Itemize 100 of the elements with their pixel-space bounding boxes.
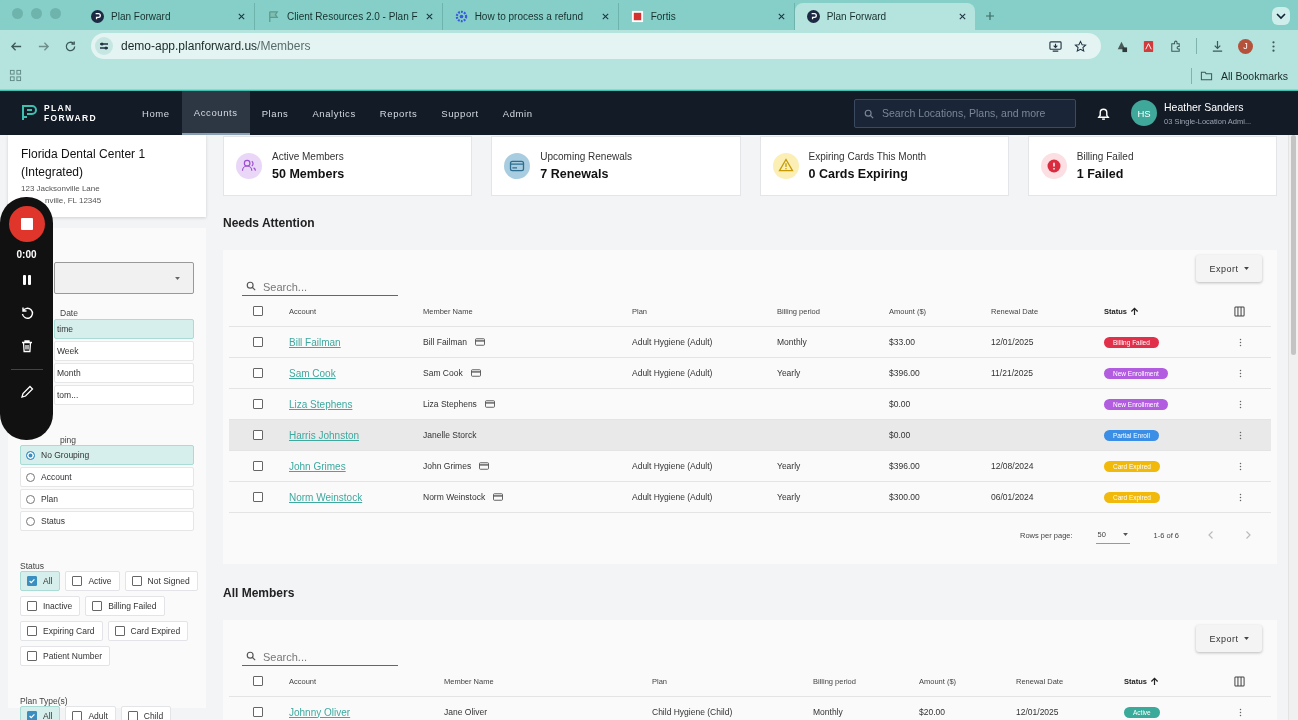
restart-icon[interactable] xyxy=(19,306,34,320)
select-all-checkbox[interactable] xyxy=(253,676,263,686)
stop-recording-button[interactable] xyxy=(8,206,45,242)
user-name: Heather Sanders xyxy=(1164,100,1245,113)
status-filter-chip[interactable]: Patient Number xyxy=(20,646,111,666)
row-checkbox[interactable] xyxy=(253,707,263,717)
search-field[interactable]: Search... xyxy=(242,651,398,666)
search-icon xyxy=(246,281,256,291)
nav-item[interactable]: Plans xyxy=(249,91,301,135)
member-name: Norm Weinstock xyxy=(423,492,486,502)
chip-label: All xyxy=(43,576,53,586)
table-cell: Adult Hygiene (Adult) xyxy=(632,461,713,471)
select-all-checkbox[interactable] xyxy=(253,306,263,316)
table-cell: Yearly xyxy=(777,368,801,378)
search-field[interactable]: Search... xyxy=(242,281,398,296)
reload-icon[interactable] xyxy=(64,39,77,53)
radio-button[interactable] xyxy=(26,516,35,526)
table-cell: $396.00 xyxy=(889,368,920,378)
plan-type-chip[interactable]: Adult xyxy=(65,706,116,720)
nav-item[interactable]: Support xyxy=(429,91,491,135)
nav-item[interactable]: Accounts xyxy=(181,91,250,135)
pen-icon[interactable] xyxy=(19,385,34,399)
search-icon xyxy=(246,651,256,661)
stat-label: Active Members xyxy=(272,151,345,162)
checkbox[interactable] xyxy=(27,601,37,611)
grouping-option[interactable]: Plan xyxy=(20,489,194,509)
checkbox[interactable] xyxy=(92,601,103,611)
date-range-option[interactable]: Week xyxy=(54,341,194,361)
status-filter-chip[interactable]: Expiring Card xyxy=(20,621,103,641)
radio-button[interactable] xyxy=(26,450,35,460)
radio-button[interactable] xyxy=(26,494,35,504)
download-icon[interactable] xyxy=(1211,39,1224,53)
chip-label: Expiring Card xyxy=(43,626,95,636)
status-filter-chip[interactable]: Active xyxy=(65,571,120,591)
checkbox[interactable] xyxy=(27,626,37,636)
table-cell: $20.00 xyxy=(919,707,945,717)
date-range-option[interactable]: Month xyxy=(54,363,194,383)
site-settings-icon[interactable] xyxy=(95,37,113,55)
logo-icon xyxy=(21,104,39,122)
row-checkbox[interactable] xyxy=(253,399,263,409)
close-icon[interactable] xyxy=(776,12,786,21)
nav-item[interactable]: Admin xyxy=(490,91,545,135)
grouping-option[interactable]: No Grouping xyxy=(20,445,194,465)
pdf-icon[interactable] xyxy=(1142,39,1155,53)
checkbox[interactable] xyxy=(114,626,125,636)
puzzle-icon[interactable] xyxy=(1169,39,1182,53)
browser-tab[interactable]: Plan Forward xyxy=(794,3,975,30)
nav-item[interactable]: Home xyxy=(130,91,182,135)
checkbox[interactable] xyxy=(127,711,138,720)
profile-avatar[interactable]: J xyxy=(1238,38,1253,54)
checkbox[interactable] xyxy=(72,576,83,586)
nav-item[interactable]: Analytics xyxy=(300,91,368,135)
date-range-option[interactable]: tom... xyxy=(54,385,194,405)
table-cell: Monthly xyxy=(777,337,807,347)
new-tab-icon[interactable] xyxy=(984,11,995,21)
trash-icon[interactable] xyxy=(19,339,34,353)
checkbox[interactable] xyxy=(27,711,37,720)
extension-icon[interactable] xyxy=(1115,39,1128,53)
close-icon[interactable] xyxy=(237,12,246,21)
export-button[interactable]: Export xyxy=(1196,625,1262,652)
section-title: Needs Attention xyxy=(223,215,316,232)
search-field[interactable]: Search Locations, Plans, and more xyxy=(854,98,1076,128)
close-icon[interactable] xyxy=(424,12,434,21)
filter-label: Date xyxy=(60,308,79,318)
row-checkbox[interactable] xyxy=(253,461,263,471)
install-app-icon[interactable] xyxy=(1049,39,1062,53)
close-icon[interactable] xyxy=(600,12,610,21)
grouping-option[interactable]: Status xyxy=(20,511,194,531)
columns-icon[interactable] xyxy=(1234,305,1245,317)
folder-icon[interactable] xyxy=(1199,69,1213,82)
status-filter-chip[interactable]: Billing Failed xyxy=(85,596,165,616)
plan-type-chip[interactable]: Child xyxy=(120,706,172,720)
radio-button[interactable] xyxy=(26,472,35,482)
checkbox[interactable] xyxy=(27,576,37,586)
tab-search-icon[interactable] xyxy=(1272,7,1290,25)
member-name: Sam Cook xyxy=(423,368,463,378)
row-checkbox[interactable] xyxy=(253,430,263,440)
checkbox[interactable] xyxy=(27,651,37,661)
address-bar[interactable]: demo-app.planforward.us/Members xyxy=(91,33,1101,59)
scrollbar[interactable] xyxy=(1288,135,1298,720)
close-icon[interactable] xyxy=(957,12,967,21)
status-filter-chip[interactable]: All xyxy=(20,571,61,591)
status-filter-chip[interactable]: Card Expired xyxy=(107,621,189,641)
columns-icon[interactable] xyxy=(1234,675,1245,687)
sort-arrow-icon xyxy=(1129,306,1139,316)
date-range-option[interactable]: time xyxy=(54,319,194,339)
row-checkbox[interactable] xyxy=(253,337,263,347)
apps-grid-icon[interactable] xyxy=(9,69,22,82)
export-button[interactable]: Export xyxy=(1196,255,1262,282)
grouping-option[interactable]: Account xyxy=(20,467,194,487)
row-checkbox[interactable] xyxy=(253,368,263,378)
checkbox[interactable] xyxy=(72,711,83,720)
bookmark-star-icon[interactable] xyxy=(1074,39,1087,53)
row-checkbox[interactable] xyxy=(253,492,263,502)
status-filter-chip[interactable]: Inactive xyxy=(20,596,81,616)
nav-item[interactable]: Reports xyxy=(367,91,430,135)
plan-type-chip[interactable]: All xyxy=(20,706,61,720)
checkbox[interactable] xyxy=(131,576,142,586)
bookmarks-folder[interactable]: All Bookmarks xyxy=(1220,69,1288,82)
status-filter-chip[interactable]: Not Signed xyxy=(124,571,198,591)
